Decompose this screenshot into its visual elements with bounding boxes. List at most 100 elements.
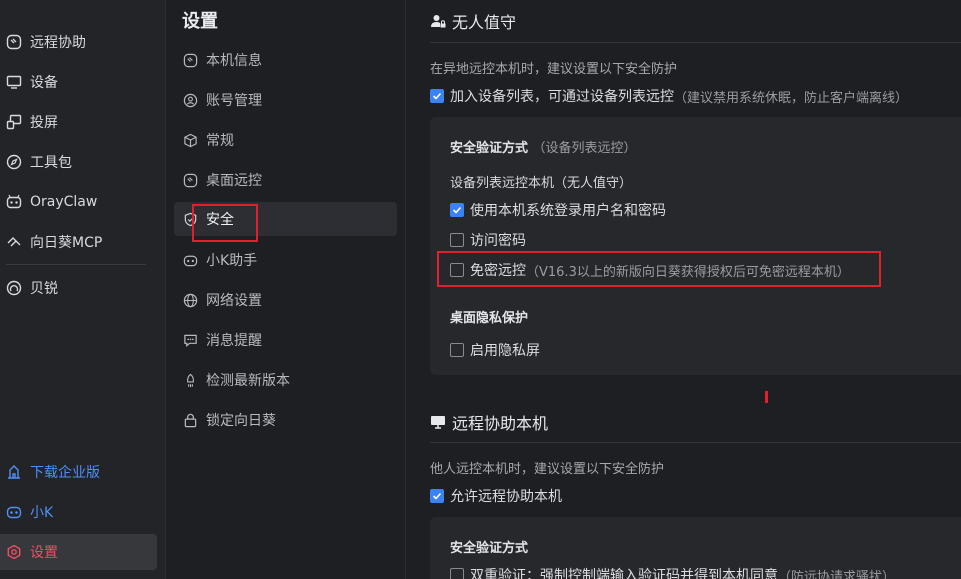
- nav-remote-assist-label: 远程协助: [30, 35, 86, 51]
- device-list-remote-label: 设备列表远控本机（无人值守）: [450, 176, 633, 191]
- settings-item-label: 常规: [206, 133, 234, 149]
- add-to-device-list-note: （建议禁用系统休眠，防止客户端离线）: [674, 90, 909, 106]
- settings-hex-icon: [5, 543, 23, 561]
- allow-remote-assist-label: 允许远程协助本机: [450, 489, 562, 505]
- privacy-screen-option[interactable]: 启用隐私屏: [450, 340, 540, 360]
- message-icon: [182, 332, 198, 348]
- info-icon: [182, 52, 198, 68]
- account-icon: [182, 92, 198, 108]
- auth-method-heading: 安全验证方式 （设备列表远控）: [450, 137, 637, 156]
- settings-title: 设置: [182, 11, 218, 32]
- two-factor-checkbox[interactable]: [450, 568, 464, 579]
- security-content: 无人值守 在异地远控本机时，建议设置以下安全防护 加入设备列表，可通过设备列表远…: [407, 0, 961, 579]
- add-to-device-list-checkbox[interactable]: [430, 89, 444, 103]
- monitor-icon: [5, 73, 23, 91]
- enterprise-icon: [5, 463, 23, 481]
- system-login-label: 使用本机系统登录用户名和密码: [470, 203, 666, 219]
- settings-item-label: 网络设置: [206, 293, 262, 309]
- add-to-device-list-option[interactable]: 加入设备列表，可通过设备列表远控 （建议禁用系统休眠，防止客户端离线）: [430, 86, 908, 106]
- settings-item-device-info[interactable]: 本机信息: [174, 43, 397, 77]
- nav-mcp[interactable]: 向日葵MCP: [0, 224, 157, 260]
- settings-item-xiaok-assistant[interactable]: 小K助手: [174, 243, 397, 277]
- unattended-desc: 在异地远控本机时，建议设置以下安全防护: [430, 62, 678, 77]
- nav-xiaok[interactable]: 小K: [0, 494, 157, 530]
- allow-remote-assist-option[interactable]: 允许远程协助本机: [430, 486, 562, 506]
- settings-item-desktop-remote[interactable]: 桌面远控: [174, 163, 397, 197]
- settings-item-label: 检测最新版本: [206, 373, 290, 389]
- globe-icon: [182, 292, 198, 308]
- section-remote-assist-title: 远程协助本机: [430, 410, 548, 434]
- nav-devices-label: 设备: [30, 75, 58, 91]
- monitor-icon: [430, 413, 448, 431]
- two-factor-label: 双重验证：强制控制端输入验证码并得到本机同意: [470, 568, 778, 579]
- section-unattended-title: 无人值守: [430, 9, 516, 33]
- settings-item-label: 消息提醒: [206, 333, 262, 349]
- nav-toolkit-label: 工具包: [30, 155, 72, 171]
- rocket-icon: [182, 372, 198, 388]
- auth-method-sub: （设备列表远控）: [532, 141, 637, 156]
- claw-icon: [5, 193, 23, 211]
- nav-toolkit[interactable]: 工具包: [0, 144, 157, 180]
- nav-divider: [6, 264, 146, 265]
- nav-orayclaw[interactable]: OrayClaw: [0, 184, 157, 220]
- bot-icon: [182, 252, 198, 268]
- nav-orayclaw-label: OrayClaw: [30, 194, 98, 210]
- nav-mcp-label: 向日葵MCP: [30, 235, 103, 251]
- section-divider: [430, 42, 961, 43]
- nav-cast[interactable]: 投屏: [0, 104, 157, 140]
- nav-download-enterprise[interactable]: 下载企业版: [0, 454, 157, 490]
- bot-icon: [5, 503, 23, 521]
- add-to-device-list-label: 加入设备列表，可通过设备列表远控: [450, 89, 674, 105]
- highlight-box-security: [192, 204, 258, 242]
- red-marker: [765, 391, 768, 403]
- access-password-option[interactable]: 访问密码: [450, 230, 526, 250]
- auth-method-title: 安全验证方式: [450, 141, 529, 156]
- unattended-auth-card: 安全验证方式 （设备列表远控） 设备列表远控本机（无人值守） 使用本机系统登录用…: [430, 117, 961, 375]
- lock-icon: [182, 412, 198, 428]
- settings-item-label: 桌面远控: [206, 173, 262, 189]
- section-divider: [430, 442, 961, 443]
- allow-remote-assist-checkbox[interactable]: [430, 489, 444, 503]
- section-remote-assist-label: 远程协助本机: [452, 414, 549, 433]
- settings-nav: 设置 本机信息 账号管理 常规 桌面远控 安全 小K助手 网络设置 消息提醒 检…: [166, 0, 406, 579]
- settings-item-general[interactable]: 常规: [174, 123, 397, 157]
- settings-item-label: 本机信息: [206, 53, 262, 69]
- privacy-screen-checkbox[interactable]: [450, 343, 464, 357]
- section-unattended-label: 无人值守: [452, 13, 517, 32]
- nav-devices[interactable]: 设备: [0, 64, 157, 100]
- system-login-checkbox[interactable]: [450, 203, 464, 217]
- nav-oray-label: 贝锐: [30, 281, 58, 297]
- settings-item-label: 小K助手: [206, 253, 258, 269]
- remote-assist-desc: 他人远控本机时，建议设置以下安全防护: [430, 462, 665, 477]
- remote-assist-auth-title: 安全验证方式: [450, 541, 529, 556]
- nav-oray[interactable]: 贝锐: [0, 270, 157, 306]
- cast-icon: [5, 113, 23, 131]
- settings-item-network[interactable]: 网络设置: [174, 283, 397, 317]
- settings-item-label: 锁定向日葵: [206, 413, 276, 429]
- nav-xiaok-label: 小K: [30, 505, 54, 521]
- oray-icon: [5, 279, 23, 297]
- nav-cast-label: 投屏: [30, 115, 58, 131]
- remote-assist-icon: [5, 33, 23, 51]
- access-password-checkbox[interactable]: [450, 233, 464, 247]
- highlight-box-passwordless: [437, 251, 881, 287]
- cube-icon: [182, 132, 198, 148]
- nav-settings-label: 设置: [30, 545, 58, 561]
- two-factor-option[interactable]: 双重验证：强制控制端输入验证码并得到本机同意 （防远协请求骚扰）: [450, 565, 895, 579]
- user-lock-icon: [430, 12, 448, 30]
- settings-item-notifications[interactable]: 消息提醒: [174, 323, 397, 357]
- nav-remote-assist[interactable]: 远程协助: [0, 24, 157, 60]
- system-login-option[interactable]: 使用本机系统登录用户名和密码: [450, 200, 666, 220]
- desktop-privacy-heading: 桌面隐私保护: [450, 311, 529, 326]
- settings-item-check-update[interactable]: 检测最新版本: [174, 363, 397, 397]
- remote-assist-auth-card: 安全验证方式 双重验证：强制控制端输入验证码并得到本机同意 （防远协请求骚扰）: [430, 517, 961, 579]
- privacy-screen-label: 启用隐私屏: [470, 343, 540, 359]
- settings-item-lock[interactable]: 锁定向日葵: [174, 403, 397, 437]
- desktop-remote-icon: [182, 172, 198, 188]
- app-nav: 远程协助 设备 投屏 工具包 OrayClaw 向日葵MCP 贝锐 下载企业版 …: [0, 0, 166, 579]
- access-password-label: 访问密码: [470, 233, 526, 249]
- nav-settings[interactable]: 设置: [0, 534, 157, 570]
- settings-item-label: 账号管理: [206, 93, 262, 109]
- settings-item-account[interactable]: 账号管理: [174, 83, 397, 117]
- mcp-icon: [5, 233, 23, 251]
